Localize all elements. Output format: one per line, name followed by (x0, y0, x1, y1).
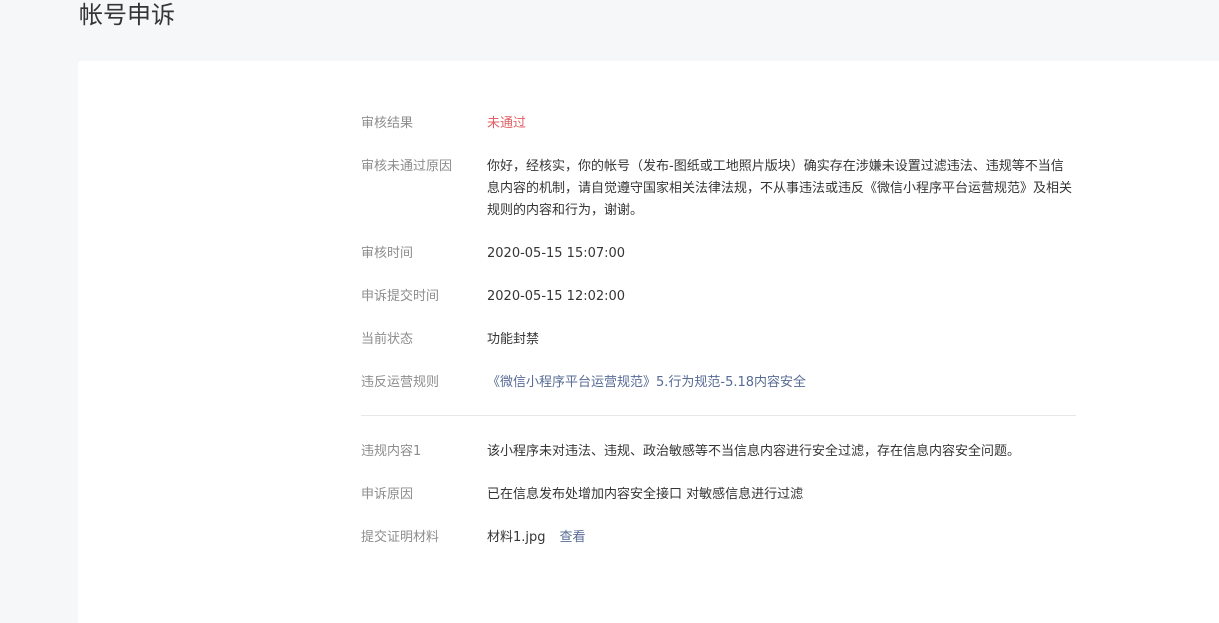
current-status-label: 当前状态 (361, 332, 414, 347)
appeal-detail-panel: 审核结果 未通过 审核未通过原因 你好，经核实，你的帐号（发布-图纸或工地照片版… (78, 61, 1219, 623)
review-reason-row: 审核未通过原因 你好，经核实，你的帐号（发布-图纸或工地照片版块）确实存在涉嫌未… (361, 156, 1076, 222)
submit-time-label: 申诉提交时间 (361, 289, 440, 304)
evidence-value: 材料1.jpg 查看 (487, 527, 1076, 549)
review-time-row: 审核时间 2020-05-15 15:07:00 (361, 243, 1076, 265)
violated-rule-label: 违反运营规则 (361, 375, 440, 390)
current-status-row: 当前状态 功能封禁 (361, 329, 1076, 351)
evidence-file-name: 材料1.jpg (487, 530, 546, 545)
violated-rule-link[interactable]: 《微信小程序平台运营规范》5.行为规范-5.18内容安全 (487, 372, 1076, 394)
violation-content-value: 该小程序未对违法、违规、政治敏感等不当信息内容进行安全过滤，存在信息内容安全问题… (487, 444, 1021, 459)
review-time-label: 审核时间 (361, 246, 414, 261)
appeal-detail-content: 审核结果 未通过 审核未通过原因 你好，经核实，你的帐号（发布-图纸或工地照片版… (361, 113, 1076, 570)
submit-time-row: 申诉提交时间 2020-05-15 12:02:00 (361, 286, 1076, 308)
review-reason-value: 你好，经核实，你的帐号（发布-图纸或工地照片版块）确实存在涉嫌未设置过滤违法、违… (487, 159, 1073, 218)
violation-content-label: 违规内容1 (361, 444, 422, 459)
appeal-reason-value: 已在信息发布处增加内容安全接口 对敏感信息进行过滤 (487, 487, 804, 502)
review-result-row: 审核结果 未通过 (361, 113, 1076, 135)
violated-rule-row: 违反运营规则 《微信小程序平台运营规范》5.行为规范-5.18内容安全 (361, 372, 1076, 394)
appeal-reason-row: 申诉原因 已在信息发布处增加内容安全接口 对敏感信息进行过滤 (361, 484, 1076, 506)
review-result-label: 审核结果 (361, 116, 414, 131)
submit-time-value: 2020-05-15 12:02:00 (487, 289, 626, 304)
evidence-label: 提交证明材料 (361, 530, 440, 545)
review-result-value: 未通过 (487, 116, 527, 131)
section-divider (361, 415, 1076, 416)
appeal-reason-label: 申诉原因 (361, 487, 414, 502)
page-title: 帐号申诉 (79, 1, 175, 29)
review-time-value: 2020-05-15 15:07:00 (487, 246, 626, 261)
evidence-row: 提交证明材料 材料1.jpg 查看 (361, 527, 1076, 549)
violation-content-row: 违规内容1 该小程序未对违法、违规、政治敏感等不当信息内容进行安全过滤，存在信息… (361, 441, 1076, 463)
current-status-value: 功能封禁 (487, 332, 540, 347)
review-reason-label: 审核未通过原因 (361, 159, 453, 174)
view-evidence-link[interactable]: 查看 (560, 530, 586, 545)
